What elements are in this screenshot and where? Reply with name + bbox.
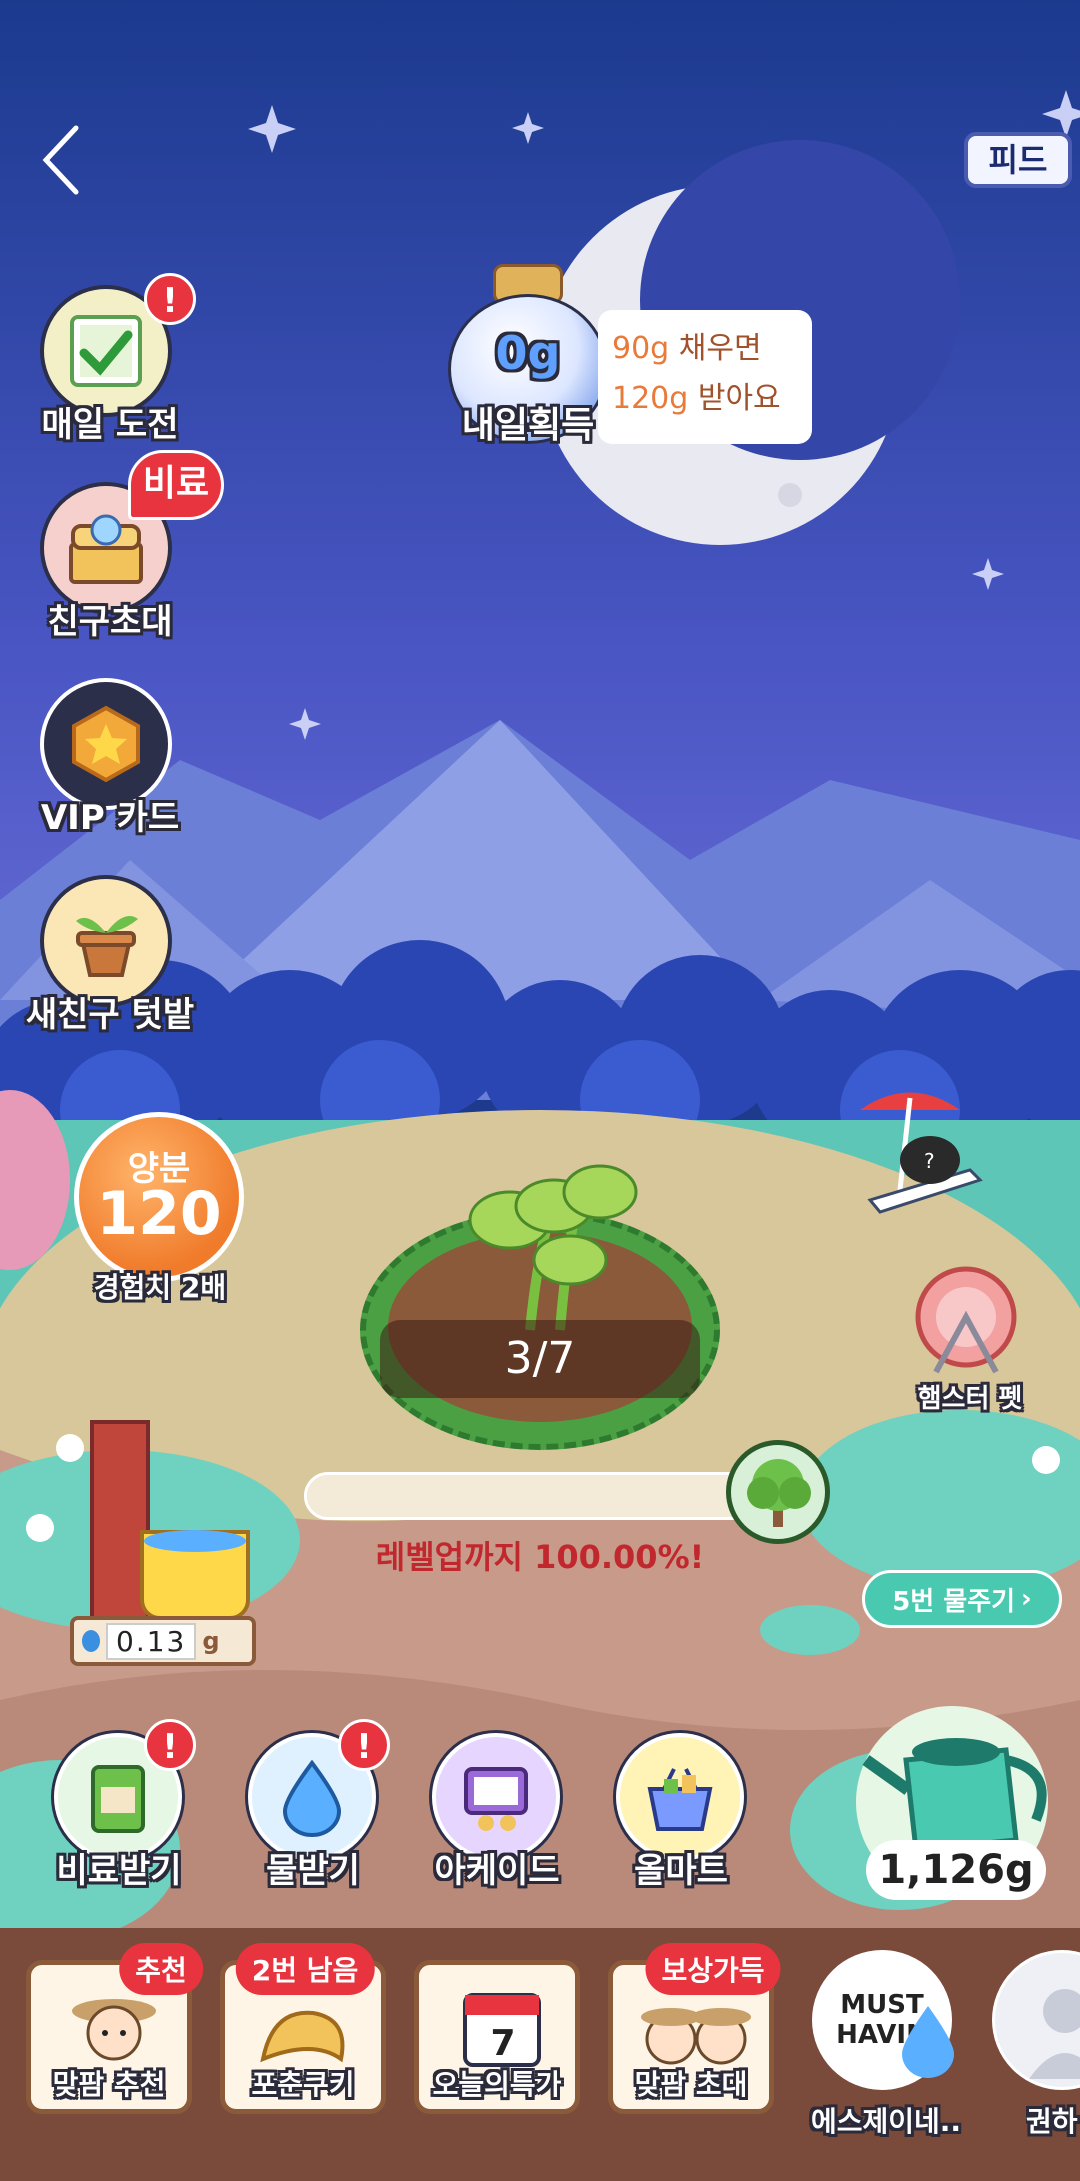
nutrient-caption: 경험치 2배 [93,1271,227,1304]
daily-challenge-label: 매일 도전 [41,405,179,445]
checklist-icon [70,315,142,387]
all-mart-button[interactable]: 올마트 [616,1733,750,1891]
levelup-text: 레벨업까지 100.00%! [375,1538,705,1576]
levelup-bar-fill [307,1475,771,1517]
arcade-label: 아케이드 [434,1851,560,1891]
vip-card-button[interactable]: VIP 카드 [40,678,180,848]
get-water-label: 물받기 [266,1851,360,1891]
chevron-right-icon: › [1021,1584,1032,1614]
invite-fertilizer-badge: 비료 [128,450,224,520]
all-mart-label: 올마트 [634,1851,728,1891]
shopping-basket-icon [647,1768,713,1831]
get-water-alert-badge: ! [338,1719,390,1771]
tab-fortune-cookie-badge: 2번 남음 [235,1943,375,1995]
tab-invite-badge: 보상가득 [645,1943,781,1995]
water-five-times-button[interactable]: 5번 물주기 › [862,1570,1062,1628]
back-button[interactable] [36,120,86,200]
bucket-water [144,1530,246,1552]
water-five-times-label: 5번 물주기 [892,1586,1016,1617]
arcade-button[interactable]: 아케이드 [432,1733,566,1891]
watering-can-button[interactable]: 1,126g [856,1680,1056,1920]
chevron-left-icon [42,125,79,195]
svg-text:?: ? [924,1149,935,1173]
watering-can-amount: 1,126g [866,1840,1046,1900]
tab-recommend-label: 맞팜 추천 [52,2068,166,2101]
reward-line-2: 120g 받아요 [612,374,798,424]
sprout-icon [468,1164,638,1331]
tree-goal-badge [726,1440,830,1544]
water-tank-unit: g [202,1627,220,1655]
reward-line-1-value: 90g [612,331,670,366]
tree-icon [747,1459,811,1527]
feed-button[interactable]: 피드 [964,132,1072,188]
daily-challenge-button[interactable]: ! 매일 도전 [40,273,196,455]
get-fertilizer-alert-badge: ! [144,1719,196,1771]
tab-invite-label: 맞팜 초대 [634,2068,748,2101]
nutrient-bubble[interactable]: 양분 120 [74,1112,244,1282]
game-scene: 피드 0g 내일획득 90g 채우면 120g 받아요 ! 매일 도전 비료 친… [0,0,1080,2181]
treasure-chest-icon [69,514,143,584]
vip-card-label: VIP 카드 [40,798,180,838]
arcade-machine-icon [464,1767,528,1831]
get-fertilizer-label: 비료받기 [56,1851,182,1891]
reward-line-2-text: 받아요 [688,381,781,416]
friend-avatar-1[interactable]: MUST HAVIN [812,1950,954,2090]
tab-today-deal[interactable]: 7 오늘의특가 [414,1960,580,2114]
reward-jar[interactable]: 0g 내일획득 [448,264,608,454]
invite-friend-label: 친구초대 [47,602,173,642]
water-tank-counter: 0.13 g [70,1616,256,1666]
tab-recommend-badge: 추천 [119,1943,203,1995]
person-icon [1029,1989,1080,2079]
friend-name-2: 권하 [1026,2105,1078,2138]
reward-line-2-value: 120g [612,381,689,416]
calendar-day: 7 [490,2023,516,2064]
all-mart-disc [616,1733,744,1861]
hamster-pet-label: 햄스터 펫 [917,1384,1023,1414]
get-fertilizer-button[interactable]: ! 비료받기 [54,1719,196,1891]
new-friend-garden-label: 새친구 텃밭 [25,995,195,1035]
hamster-pet-button[interactable] [906,1262,1026,1382]
tab-fortune-cookie-label: 포춘쿠키 [251,2068,355,2101]
nutrient-value: 120 [96,1179,222,1249]
water-drop-icon [82,1630,100,1652]
get-water-button[interactable]: ! 물받기 [248,1719,390,1891]
plant-pot-icon [76,916,138,977]
invite-friend-button[interactable]: 비료 친구초대 [40,450,224,652]
water-drop-icon [902,2006,954,2078]
fertilizer-bag-icon [91,1765,145,1833]
beach-chair-icon[interactable]: ? [840,1080,990,1230]
water-tank[interactable]: 0.13 g [70,1420,260,1670]
star-hexagon-icon [72,705,140,783]
farmer-girl-icon [72,1999,156,2061]
tab-recommend[interactable]: 추천 맞팜 추천 [26,1943,203,2114]
water-tank-value: 0.13 [106,1622,197,1660]
arcade-disc [432,1733,560,1861]
levelup-bar [304,1472,774,1520]
reward-info-bubble: 90g 채우면 120g 받아요 [598,310,812,444]
tab-fortune-cookie[interactable]: 2번 남음 포춘쿠키 [220,1943,386,2114]
reward-line-1: 90g 채우면 [612,324,798,374]
water-drop-icon [282,1759,342,1837]
tab-today-deal-label: 오늘의특가 [432,2068,562,2101]
daily-challenge-alert-badge: ! [144,273,196,325]
friend-name-1: 에스제이네.. [810,2105,962,2138]
plant-progress: 3/7 [380,1320,700,1398]
new-friend-garden-button[interactable]: 새친구 텃밭 [26,875,194,1045]
hamster-wheel-icon [915,1266,1017,1374]
reward-line-1-text: 채우면 [669,331,762,366]
tab-invite[interactable]: 보상가득 맞팜 초대 [608,1943,781,2114]
jar-amount: 0g [495,326,561,380]
